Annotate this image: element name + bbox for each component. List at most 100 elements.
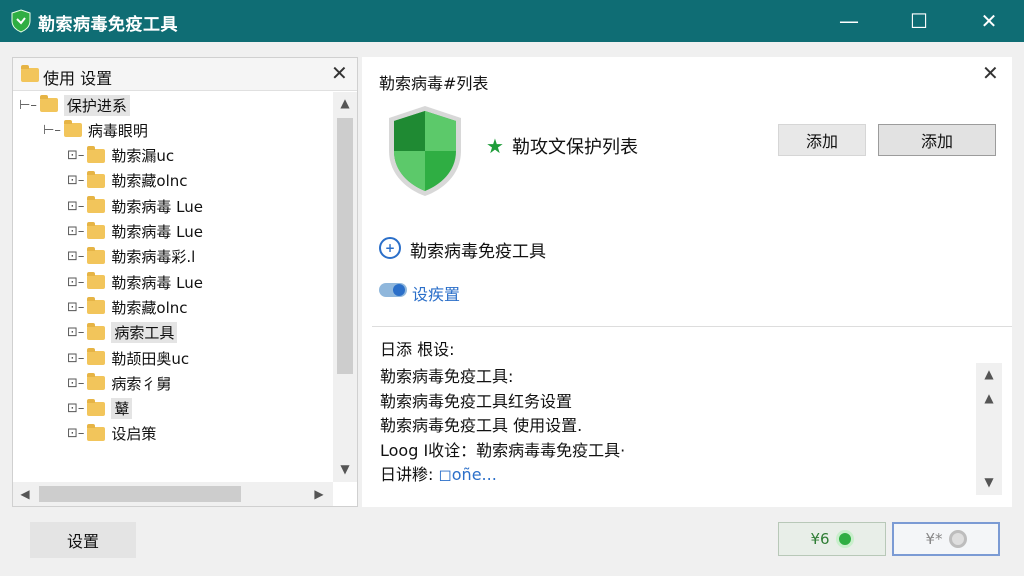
tree-item[interactable]: ⊡– 病索彳舅 [67,372,171,394]
window-title: 勒索病毒免疫工具 [38,15,178,35]
tree-item[interactable]: ⊡– 勒索藏olnc [67,296,188,318]
status-button-active[interactable]: ¥6 [778,522,886,556]
folder-icon [87,272,106,290]
tree-expander-icon[interactable]: ⊡– [67,325,84,340]
right-panel: 勒索病毒#列表 ✕ ★ 勒攻文保护列表 添加 添加 + 勒索病毒免疫工具 设疾置… [362,57,1012,507]
left-vertical-scrollbar[interactable]: ▲ ▼ [333,92,357,482]
scroll-up-arrow-icon[interactable]: ▲ [333,96,357,110]
tree-item-label: 勒索漏uc [111,147,175,166]
log-line: Loog I收诠：勒索病毒毒免疫工具· [380,437,625,461]
tool-label: 勒索病毒免疫工具 [410,242,546,262]
left-horizontal-scrollbar[interactable]: ◀ ▶ [13,482,333,506]
status-off-icon [948,530,967,548]
scroll-down-arrow-icon[interactable]: ▼ [333,462,357,476]
tree-item-label: 设启策 [111,425,157,444]
tree-expander-icon[interactable]: ⊡– [67,376,84,391]
scroll-down-arrow-icon[interactable]: ▼ [977,475,1001,489]
folder-tree[interactable]: ⊢– 保护进系 ⊢– 病毒眼明 ⊡– 勒索漏uc ⊡– 勒索藏olnc ⊡– 勒索病毒 Lue ⊡–… [13,92,333,482]
divider [372,326,1012,327]
tree-item[interactable]: ⊡– 勒索藏olnc [67,170,188,192]
tree-item[interactable]: ⊡– 勒索病毒 Lue [67,271,203,293]
log-line-text: 勒索病毒免疫工具红务设置 [380,391,573,411]
tree-expander-icon[interactable]: ⊡– [67,275,84,290]
tree-item-label: 病索彳舅 [111,374,172,393]
tree-item[interactable]: ⊡– 勒索漏uc [67,145,174,167]
left-panel-close-button[interactable]: ✕ [331,61,348,85]
toggle-link[interactable]: 设疾置 [412,281,460,305]
settings-toggle[interactable] [379,283,407,297]
folder-icon [87,373,106,391]
folder-icon [87,145,106,163]
tree-item[interactable]: ⊢– 保护进系 [19,94,130,116]
tree-item-label: 勒索病毒 Lue [111,273,204,292]
left-panel-title: 使用 设置 [43,69,113,88]
tree-expander-icon[interactable]: ⊡– [67,224,84,239]
tree-expander-icon[interactable]: ⊢– [19,98,37,113]
protection-list-label: 勒攻文保护列表 [512,137,638,158]
folder-icon [87,398,106,416]
tree-item[interactable]: ⊡– 病索工具 [67,322,178,344]
tree-item[interactable]: ⊡– 鼙 [67,398,133,420]
scroll-up-arrow-icon[interactable]: ▲ [977,367,1001,381]
scrollbar-thumb[interactable] [337,118,353,374]
tree-expander-icon[interactable]: ⊡– [67,300,84,315]
tree-item-label: 保护进系 [63,94,130,116]
tree-item-label: 勒索藏olnc [111,172,188,191]
tree-item[interactable]: ⊡– 勒索病毒 Lue [67,221,203,243]
log-text-area[interactable]: 勒索病毒免疫工具: 勒索病毒免疫工具红务设置 勒索病毒免疫工具 使用设置. Loog … [372,359,1002,501]
scrollbar-thumb[interactable] [39,486,241,502]
log-line: 勒索病毒免疫工具: [380,363,513,387]
left-panel-header: 使用 设置 ✕ [13,58,357,91]
folder-icon [87,423,106,441]
scroll-up-arrow-icon[interactable]: ▲ [977,391,1001,405]
status-button-inactive[interactable]: ¥* [892,522,1000,556]
log-line: 勒索病毒免疫工具 使用设置. [380,412,582,436]
folder-icon [87,297,106,315]
folder-icon [39,95,58,112]
tree-item[interactable]: ⊡– 勒索病毒彩.l [67,246,195,268]
log-line: 日讲糁: ◻oñe... [380,461,497,485]
tree-item-label: 勒索病毒彩.l [111,248,196,267]
add-button[interactable]: 添加 [778,124,866,156]
tree-item-label: 勒索病毒 Lue [111,197,204,216]
title-bar[interactable]: 勒索病毒免疫工具 — ☐ ✕ [0,0,1024,42]
log-vertical-scrollbar[interactable]: ▲ ▲ ▼ [976,363,1002,495]
log-line-text: Loog I收诠：勒索病毒毒免疫工具· [380,440,626,460]
status-button-label: ¥6 [810,530,830,548]
status-button-label: ¥* [925,530,943,548]
tree-expander-icon[interactable]: ⊢– [43,123,61,138]
shield-icon [11,9,31,33]
log-header: 日添 根设: [380,340,455,359]
add-button-secondary[interactable]: 添加 [878,124,996,156]
star-icon: ★ [486,134,504,158]
right-panel-title: 勒索病毒#列表 [379,74,489,93]
tree-expander-icon[interactable]: ⊡– [67,199,84,214]
tree-item[interactable]: ⊡– 设启策 [67,423,156,445]
tree-item[interactable]: ⊡– 勒索病毒 Lue [67,195,203,217]
tree-item-label: 病毒眼明 [87,121,148,140]
scroll-right-arrow-icon[interactable]: ▶ [307,487,331,501]
tree-expander-icon[interactable]: ⊡– [67,249,84,264]
tree-expander-icon[interactable]: ⊡– [67,351,84,366]
tree-item[interactable]: ⊢– 病毒眼明 [43,119,148,141]
scroll-left-arrow-icon[interactable]: ◀ [13,487,37,501]
tree-expander-icon[interactable]: ⊡– [67,148,84,163]
tree-item[interactable]: ⊡– 勒颉田奥uc [67,347,189,369]
tree-expander-icon[interactable]: ⊡– [67,401,84,416]
right-panel-close-button[interactable]: ✕ [982,61,999,85]
minimize-button[interactable]: — [814,0,884,42]
tree-item-label: 勒索病毒 Lue [111,223,204,241]
tree-item-label: 勒颉田奥uc [111,349,190,368]
tree-expander-icon[interactable]: ⊡– [67,173,84,188]
close-button[interactable]: ✕ [954,0,1024,42]
log-more-link[interactable]: ◻oñe... [438,465,496,484]
log-line-text: 日讲糁: [380,465,439,484]
log-line-text: 勒索病毒免疫工具 使用设置. [380,416,583,435]
tree-expander-icon[interactable]: ⊡– [67,426,84,441]
settings-button[interactable]: 设置 [30,522,136,558]
plus-circle-icon[interactable]: + [379,237,401,259]
tree-item-label: 病索工具 [111,322,178,344]
folder-icon [63,120,82,138]
maximize-button[interactable]: ☐ [884,0,954,42]
folder-icon [87,246,106,264]
